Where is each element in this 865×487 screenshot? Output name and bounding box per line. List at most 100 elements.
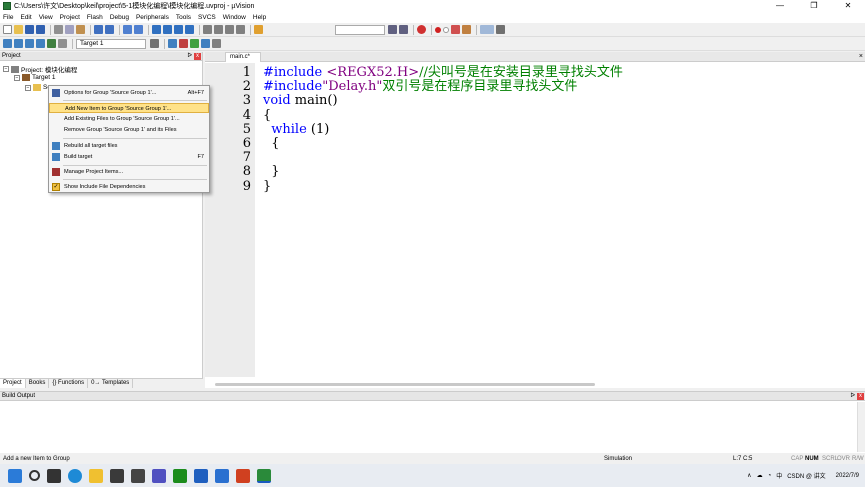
build-target-icon[interactable] (14, 39, 23, 48)
code-text-area[interactable]: #include <REGX52.H>//尖叫号是在安装目录里寻找头文件 #inc… (255, 63, 865, 377)
collapse-icon[interactable]: − (14, 74, 20, 81)
open-file-icon[interactable] (14, 25, 23, 34)
nav-back-icon[interactable] (123, 25, 132, 34)
bookmark-icon[interactable] (152, 25, 161, 34)
menu-view[interactable]: View (39, 14, 53, 21)
search-icon[interactable] (29, 470, 40, 481)
tree-project-root[interactable]: − Project: 模块化编程 (3, 64, 77, 74)
uvision-taskbar-icon[interactable] (257, 468, 271, 483)
code-line[interactable]: #include <REGX52.H>//尖叫号是在安装目录里寻找头文件 (263, 66, 623, 80)
close-editor-icon[interactable]: × (859, 53, 863, 60)
target-options-icon[interactable] (150, 39, 159, 48)
chevron-up-icon[interactable]: ∧ (747, 472, 751, 479)
menu-window[interactable]: Window (223, 14, 246, 21)
menu-item-remove-group[interactable]: Remove Group 'Source Group 1' and its Fi… (49, 125, 209, 135)
code-line[interactable]: while (1) (263, 122, 329, 137)
find-in-files-icon[interactable] (254, 25, 263, 34)
app-cube-icon[interactable] (131, 468, 145, 483)
tab-functions[interactable]: {} Functions (49, 379, 89, 388)
configure-icon[interactable] (496, 25, 505, 34)
rebuild-icon[interactable] (25, 39, 34, 48)
minimize-button[interactable]: — (763, 0, 797, 12)
new-file-icon[interactable] (3, 25, 12, 34)
indent-icon[interactable] (203, 25, 212, 34)
code-line[interactable]: void main() (263, 94, 338, 108)
menu-peripherals[interactable]: Peripherals (136, 14, 169, 21)
manage-rte-icon[interactable] (212, 39, 221, 48)
task-view-icon[interactable] (47, 468, 61, 483)
download-icon[interactable] (47, 39, 56, 48)
tab-main-c[interactable]: main.c* (225, 52, 261, 62)
ime-indicator[interactable]: 中 (776, 471, 782, 480)
debug-icon[interactable] (417, 25, 426, 34)
menu-svcs[interactable]: SVCS (198, 14, 216, 21)
windows-start-icon[interactable] (8, 468, 22, 483)
nav-forward-icon[interactable] (134, 25, 143, 34)
manage-components-icon[interactable] (179, 39, 188, 48)
incremental-find-icon[interactable] (399, 25, 408, 34)
pin-icon[interactable]: ᐅ (187, 52, 192, 60)
menu-flash[interactable]: Flash (87, 14, 103, 21)
pack-installer-icon[interactable] (201, 39, 210, 48)
pin-icon[interactable]: ᐅ (850, 392, 855, 400)
maximize-button[interactable]: ❐ (797, 0, 831, 12)
collapse-icon[interactable]: − (25, 84, 31, 91)
menu-help[interactable]: Help (253, 14, 266, 21)
unindent-icon[interactable] (214, 25, 223, 34)
code-line[interactable]: } (263, 165, 279, 179)
file-extensions-icon[interactable] (168, 39, 177, 48)
cloud-icon[interactable]: ☁ (757, 472, 763, 479)
save-all-icon[interactable] (36, 25, 45, 34)
store-icon[interactable] (110, 468, 124, 483)
breakpoint-icon[interactable] (435, 26, 441, 33)
close-panel-button[interactable]: x (194, 53, 201, 60)
bookmark-prev-icon[interactable] (163, 25, 172, 34)
kill-breakpoints-icon[interactable] (451, 25, 460, 34)
clock[interactable]: 2022/7/9 (831, 472, 859, 480)
horizontal-scrollbar[interactable] (215, 383, 595, 386)
xbox-icon[interactable] (173, 468, 187, 483)
redo-icon[interactable] (105, 25, 114, 34)
menu-edit[interactable]: Edit (20, 14, 31, 21)
menu-item-build-target[interactable]: Build target F7 (49, 152, 209, 162)
menu-file[interactable]: File (3, 14, 13, 21)
word-icon[interactable] (194, 468, 208, 483)
target-select[interactable]: Target 1 (76, 38, 146, 49)
paste-icon[interactable] (76, 25, 85, 34)
code-line[interactable]: } (263, 179, 271, 194)
vertical-scrollbar[interactable] (857, 402, 865, 452)
stop-build-icon[interactable] (58, 39, 67, 48)
translate-icon[interactable] (3, 39, 12, 48)
copy-icon[interactable] (65, 25, 74, 34)
code-line[interactable]: { (263, 108, 271, 123)
close-button[interactable]: ✕ (831, 0, 865, 12)
close-panel-button[interactable]: x (857, 393, 864, 400)
disable-breakpoint-icon[interactable] (443, 26, 449, 33)
tab-templates[interactable]: 0→ Templates (88, 379, 134, 388)
batch-build-icon[interactable] (36, 39, 45, 48)
select-packs-icon[interactable] (190, 39, 199, 48)
menu-item-add-existing-files[interactable]: Add Existing Files to Group 'Source Grou… (49, 114, 209, 124)
code-line[interactable]: { (263, 137, 279, 151)
cut-icon[interactable] (54, 25, 63, 34)
menu-tools[interactable]: Tools (176, 14, 191, 21)
edge-icon[interactable] (68, 468, 82, 483)
comment-icon[interactable] (225, 25, 234, 34)
bookmark-clear-icon[interactable] (185, 25, 194, 34)
menu-item-rebuild-all[interactable]: Rebuild all target files (49, 141, 209, 151)
menu-item-add-new-item[interactable]: Add New Item to Group 'Source Group 1'..… (49, 103, 209, 113)
find-combo[interactable] (335, 24, 385, 35)
wifi-icon[interactable]: ◔ (768, 473, 772, 479)
file-explorer-icon[interactable] (89, 468, 103, 483)
window-layout-icon[interactable] (480, 25, 494, 34)
menu-debug[interactable]: Debug (110, 14, 129, 21)
todo-icon[interactable] (215, 468, 229, 483)
enable-breakpoints-icon[interactable] (462, 25, 471, 34)
find-icon[interactable] (388, 25, 397, 34)
undo-icon[interactable] (94, 25, 103, 34)
app-chart-icon[interactable] (152, 468, 166, 483)
tree-target[interactable]: − Target 1 (14, 74, 56, 81)
uncomment-icon[interactable] (236, 25, 245, 34)
save-icon[interactable] (25, 25, 34, 34)
powerpoint-icon[interactable] (236, 468, 250, 483)
